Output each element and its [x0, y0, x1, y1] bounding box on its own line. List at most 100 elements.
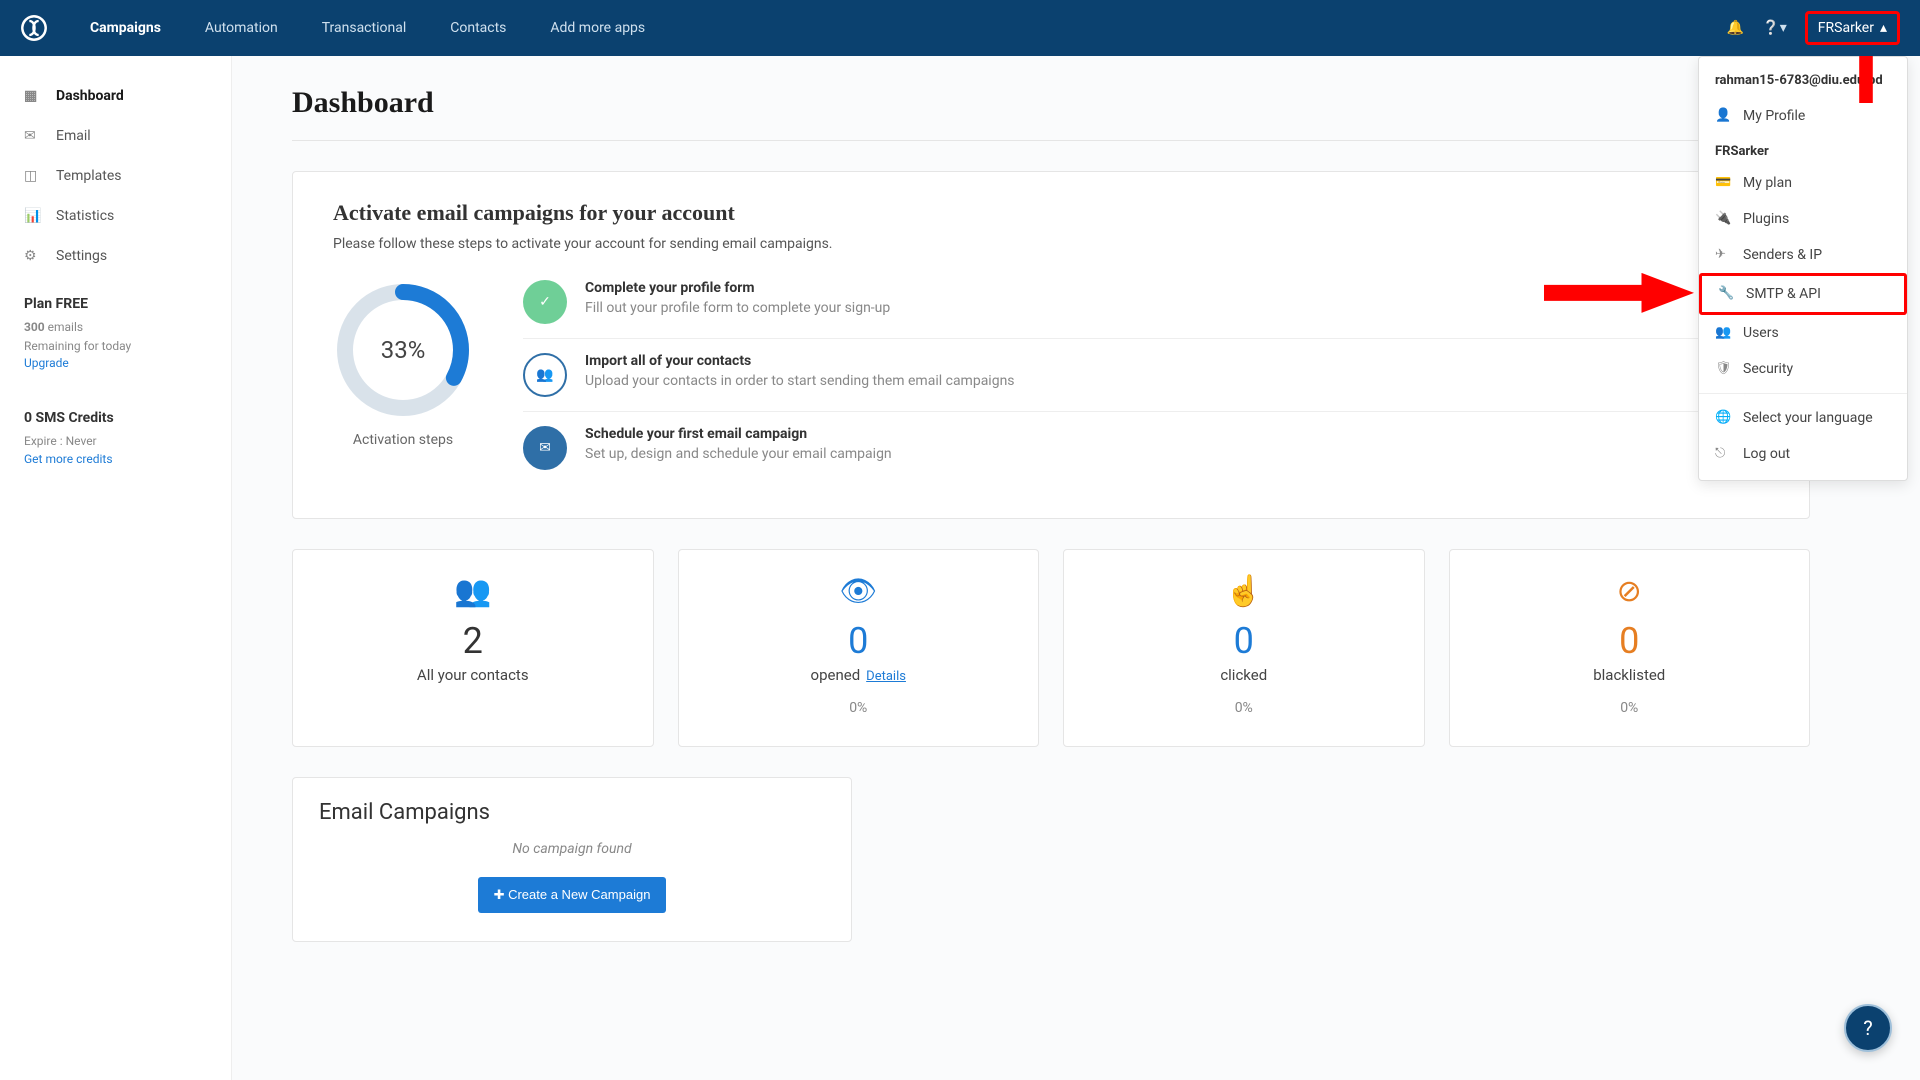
stat-contacts: 👥 2 All your contacts — [292, 549, 654, 747]
ban-icon: ⊘ — [1460, 574, 1800, 610]
step-title: Schedule your first email campaign — [585, 426, 892, 442]
sidebar-item-dashboard[interactable]: ▦ Dashboard — [0, 76, 231, 116]
envelope-icon: ✉ — [523, 426, 567, 470]
dropdown-label: Senders & IP — [1743, 247, 1822, 263]
sms-block: 0 SMS Credits Expire : Never Get more cr… — [0, 390, 231, 485]
details-link[interactable]: Details — [866, 669, 906, 684]
sms-title: 0 SMS Credits — [24, 410, 207, 426]
contacts-icon: 👥 — [523, 353, 567, 397]
dropdown-plugins[interactable]: 🔌 Plugins — [1699, 201, 1907, 237]
plan-block: Plan FREE 300 emails Remaining for today… — [0, 276, 231, 390]
stat-value: 2 — [303, 620, 643, 662]
nav-transactional[interactable]: Transactional — [304, 2, 425, 54]
activation-steps: ✓ Complete your profile form Fill out you… — [523, 280, 1769, 484]
nav-automation[interactable]: Automation — [187, 2, 296, 54]
help-fab-button[interactable]: ? — [1844, 1004, 1892, 1052]
pointer-icon: ☝ — [1074, 574, 1414, 610]
activation-progress: 33% Activation steps — [333, 280, 473, 448]
plan-title: Plan FREE — [24, 296, 207, 312]
dropdown-label: My plan — [1743, 175, 1792, 191]
activation-subtitle: Please follow these steps to activate yo… — [333, 236, 1769, 252]
step-title: Complete your profile form — [585, 280, 890, 296]
dropdown-label: Select your language — [1743, 410, 1873, 426]
stat-percent: 0% — [1074, 700, 1414, 716]
nav-campaigns[interactable]: Campaigns — [72, 2, 179, 54]
stat-percent: 0% — [689, 700, 1029, 716]
dropdown-label: Log out — [1743, 446, 1790, 462]
nav-right: 🔔 ❔▾ FRSarker ▴ — [1727, 11, 1900, 45]
upgrade-link[interactable]: Upgrade — [24, 356, 207, 370]
dropdown-language[interactable]: 🌐 Select your language — [1699, 400, 1907, 436]
dropdown-label: Users — [1743, 325, 1779, 341]
check-icon: ✓ — [523, 280, 567, 324]
stat-value: 0 — [1074, 620, 1414, 662]
main-content: Dashboard Activate email campaigns for y… — [232, 56, 1920, 1080]
sidebar-item-label: Templates — [56, 168, 122, 184]
dropdown-label: Plugins — [1743, 211, 1789, 227]
sidebar-item-email[interactable]: ✉Email — [0, 116, 231, 156]
dropdown-users[interactable]: 👥Users — [1699, 315, 1907, 351]
stat-opened: 👁 0 opened Details 0% — [678, 549, 1040, 747]
contacts-icon: 👥 — [303, 574, 643, 610]
nav-add-apps[interactable]: Add more apps — [532, 2, 663, 54]
shield-icon: 🛡 — [1715, 361, 1731, 376]
stat-label: clicked — [1074, 666, 1414, 684]
templates-icon: ◫ — [24, 168, 42, 184]
logout-icon: ⎋ — [1715, 446, 1731, 461]
stats-grid: 👥 2 All your contacts 👁 0 opened Details … — [292, 549, 1810, 747]
nav-contacts[interactable]: Contacts — [432, 2, 524, 54]
dropdown-smtp-api[interactable]: 🔧SMTP & API — [1699, 273, 1907, 315]
user-menu-button[interactable]: FRSarker ▴ — [1805, 11, 1900, 45]
plan-emails: 300 emails — [24, 318, 207, 337]
activation-title: Activate email campaigns for your accoun… — [333, 200, 1769, 226]
create-campaign-button[interactable]: ✚ Create a New Campaign — [478, 877, 667, 913]
step-desc: Fill out your profile form to complete y… — [585, 300, 890, 316]
dropdown-my-profile[interactable]: 👤My Profile — [1699, 98, 1907, 134]
globe-icon: 🌐 — [1715, 410, 1731, 425]
campaigns-title: Email Campaigns — [319, 800, 825, 825]
user-icon: 👤 — [1715, 108, 1731, 123]
plug-icon: 🔌 — [1715, 211, 1731, 226]
stat-label: opened — [811, 666, 861, 684]
stats-icon: 📊 — [24, 208, 42, 224]
step-desc: Set up, design and schedule your email c… — [585, 446, 892, 462]
dropdown-label: SMTP & API — [1746, 286, 1821, 302]
sms-credits-link[interactable]: Get more credits — [24, 452, 207, 466]
gear-icon: ⚙ — [24, 248, 42, 264]
dropdown-email: rahman15-6783@diu.edu.bd — [1699, 65, 1907, 98]
dropdown-senders-ip[interactable]: ✈ Senders & IP — [1699, 237, 1907, 273]
dropdown-security[interactable]: 🛡Security — [1699, 351, 1907, 387]
send-icon: ✈ — [1715, 247, 1731, 262]
help-icon[interactable]: ❔▾ — [1762, 20, 1786, 36]
activation-percent-label: Activation steps — [333, 432, 473, 448]
dropdown-divider — [1699, 393, 1907, 394]
envelope-icon: ✉ — [24, 128, 42, 144]
stat-blacklisted: ⊘ 0 blacklisted 0% — [1449, 549, 1811, 747]
step-desc: Upload your contacts in order to start s… — [585, 373, 1015, 389]
dropdown-my-plan[interactable]: 💳My plan — [1699, 165, 1907, 201]
stat-label: All your contacts — [303, 666, 643, 684]
sidebar-item-label: Settings — [56, 248, 107, 264]
stat-value: 0 — [689, 620, 1029, 662]
sidebar-item-label: Statistics — [56, 208, 114, 224]
activation-percent: 33% — [381, 336, 426, 364]
step-import-contacts[interactable]: 👥 Import all of your contacts Upload your… — [523, 338, 1769, 411]
dropdown-logout[interactable]: ⎋ Log out — [1699, 436, 1907, 472]
sidebar-item-templates[interactable]: ◫ Templates — [0, 156, 231, 196]
stat-label: blacklisted — [1460, 666, 1800, 684]
app-logo-icon — [20, 14, 48, 42]
notifications-icon[interactable]: 🔔 — [1727, 20, 1744, 36]
sidebar-item-label: Dashboard — [56, 88, 124, 104]
stat-clicked: ☝ 0 clicked 0% — [1063, 549, 1425, 747]
sidebar-item-settings[interactable]: ⚙ Settings — [0, 236, 231, 276]
stat-percent: 0% — [1460, 700, 1800, 716]
page-title: Dashboard — [292, 86, 1810, 120]
step-title: Import all of your contacts — [585, 353, 1015, 369]
dropdown-section-header: FRSarker — [1699, 134, 1907, 165]
question-icon: ? — [1863, 1016, 1872, 1040]
step-schedule-campaign[interactable]: ✉ Schedule your first email campaign Set … — [523, 411, 1769, 484]
sidebar-item-statistics[interactable]: 📊 Statistics — [0, 196, 231, 236]
dashboard-icon: ▦ — [24, 88, 42, 104]
eye-icon: 👁 — [689, 574, 1029, 610]
plan-remaining: Remaining for today — [24, 337, 207, 356]
